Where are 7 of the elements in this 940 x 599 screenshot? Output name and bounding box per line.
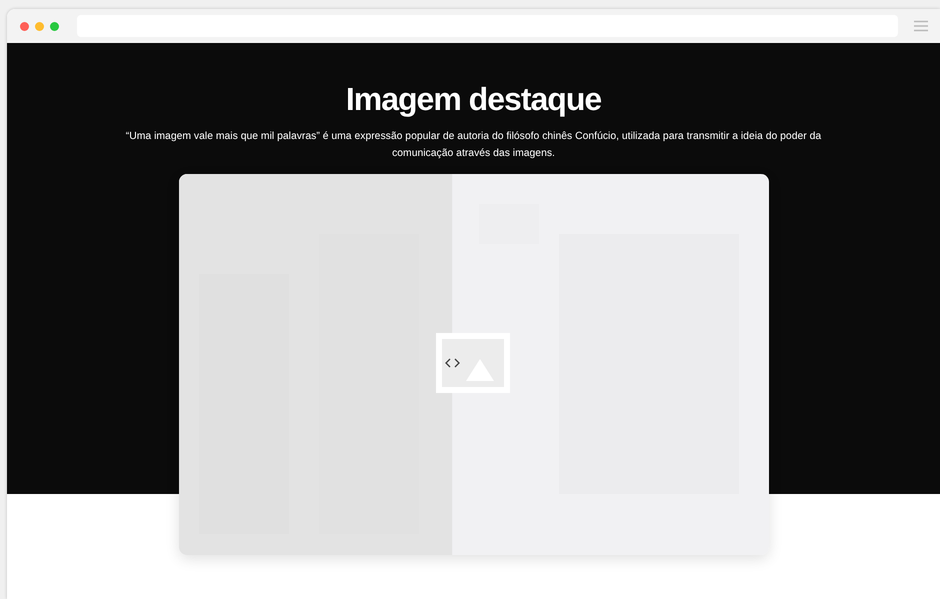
maximize-dot[interactable] bbox=[50, 22, 59, 30]
minimize-dot[interactable] bbox=[35, 22, 44, 30]
comparison-handle[interactable] bbox=[436, 333, 510, 393]
page-title: Imagem destaque bbox=[346, 81, 602, 118]
close-dot[interactable] bbox=[20, 22, 29, 30]
menu-icon[interactable] bbox=[914, 20, 928, 32]
description: “Uma imagem vale mais que mil palavras” é uma expressão popular de autoria do filósofo chinês Confúcio, utilizada para transmitir a ideia do poder da comunicação através das imagens. bbox=[124, 130, 822, 161]
